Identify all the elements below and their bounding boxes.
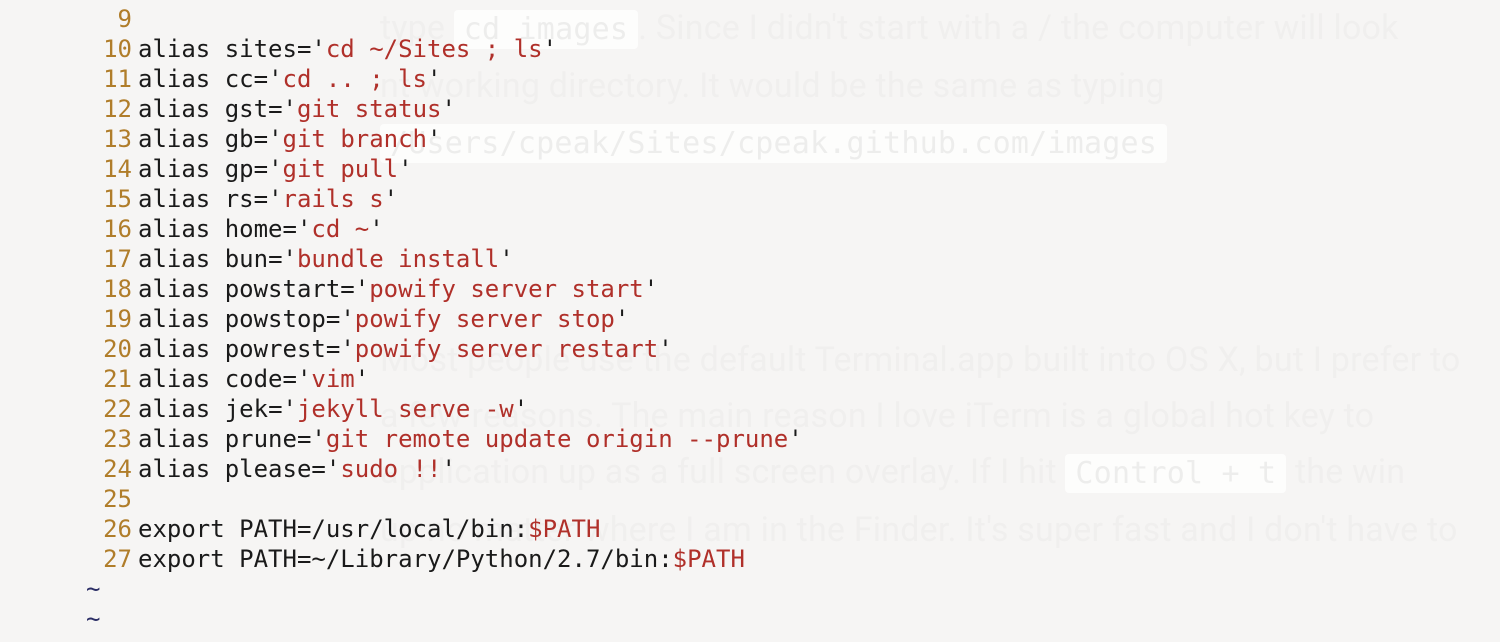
code-line[interactable]: 26export PATH=/usr/local/bin:$PATH <box>0 514 1500 544</box>
line-number: 15 <box>78 184 138 214</box>
code-line[interactable]: 14alias gp='git pull' <box>0 154 1500 184</box>
code-line[interactable]: 16alias home='cd ~' <box>0 214 1500 244</box>
line-number: 10 <box>78 34 138 64</box>
line-number: 22 <box>78 394 138 424</box>
line-number: 11 <box>78 64 138 94</box>
code-content[interactable]: alias bun='bundle install' <box>138 244 1500 274</box>
code-line[interactable]: 23alias prune='git remote update origin … <box>0 424 1500 454</box>
line-number: 13 <box>78 124 138 154</box>
code-line[interactable]: 19alias powstop='powify server stop' <box>0 304 1500 334</box>
vim-empty-line: ~ <box>0 604 1500 634</box>
code-content[interactable]: alias jek='jekyll serve -w' <box>138 394 1500 424</box>
code-line[interactable]: 20alias powrest='powify server restart' <box>0 334 1500 364</box>
tilde-icon: ~ <box>84 605 100 633</box>
line-number: 23 <box>78 424 138 454</box>
vim-editor[interactable]: 910alias sites='cd ~/Sites ; ls'11alias … <box>0 0 1500 642</box>
code-line[interactable]: 15alias rs='rails s' <box>0 184 1500 214</box>
code-line[interactable]: 25 <box>0 484 1500 514</box>
code-content[interactable]: alias cc='cd .. ; ls' <box>138 64 1500 94</box>
code-line[interactable]: 12alias gst='git status' <box>0 94 1500 124</box>
vim-empty-line: ~ <box>0 574 1500 604</box>
code-line[interactable]: 10alias sites='cd ~/Sites ; ls' <box>0 34 1500 64</box>
code-content[interactable]: alias powrest='powify server restart' <box>138 334 1500 364</box>
line-number: 25 <box>78 484 138 514</box>
line-number: 9 <box>78 4 138 34</box>
code-line[interactable]: 27export PATH=~/Library/Python/2.7/bin:$… <box>0 544 1500 574</box>
code-line[interactable]: 21alias code='vim' <box>0 364 1500 394</box>
line-number: 19 <box>78 304 138 334</box>
code-content[interactable]: alias rs='rails s' <box>138 184 1500 214</box>
code-content[interactable]: alias gst='git status' <box>138 94 1500 124</box>
code-line[interactable]: 22alias jek='jekyll serve -w' <box>0 394 1500 424</box>
code-content[interactable]: alias code='vim' <box>138 364 1500 394</box>
code-line[interactable]: 24alias please='sudo !!' <box>0 454 1500 484</box>
code-content[interactable]: alias gb='git branch' <box>138 124 1500 154</box>
code-line[interactable]: 11alias cc='cd .. ; ls' <box>0 64 1500 94</box>
line-number: 21 <box>78 364 138 394</box>
line-number: 12 <box>78 94 138 124</box>
code-content[interactable]: alias home='cd ~' <box>138 214 1500 244</box>
line-number: 24 <box>78 454 138 484</box>
code-line[interactable]: 13alias gb='git branch' <box>0 124 1500 154</box>
line-number: 18 <box>78 274 138 304</box>
code-content[interactable]: alias prune='git remote update origin --… <box>138 424 1500 454</box>
line-number: 17 <box>78 244 138 274</box>
code-content[interactable]: alias please='sudo !!' <box>138 454 1500 484</box>
line-number: 16 <box>78 214 138 244</box>
line-number: 14 <box>78 154 138 184</box>
code-content[interactable]: alias powstart='powify server start' <box>138 274 1500 304</box>
code-content[interactable]: alias sites='cd ~/Sites ; ls' <box>138 34 1500 64</box>
line-number: 20 <box>78 334 138 364</box>
tilde-icon: ~ <box>84 575 100 603</box>
code-content[interactable]: export PATH=/usr/local/bin:$PATH <box>138 514 1500 544</box>
code-content[interactable]: alias gp='git pull' <box>138 154 1500 184</box>
line-number: 26 <box>78 514 138 544</box>
code-content[interactable]: export PATH=~/Library/Python/2.7/bin:$PA… <box>138 544 1500 574</box>
line-number: 27 <box>78 544 138 574</box>
code-line[interactable]: 9 <box>0 4 1500 34</box>
code-line[interactable]: 18alias powstart='powify server start' <box>0 274 1500 304</box>
code-content[interactable]: alias powstop='powify server stop' <box>138 304 1500 334</box>
code-line[interactable]: 17alias bun='bundle install' <box>0 244 1500 274</box>
